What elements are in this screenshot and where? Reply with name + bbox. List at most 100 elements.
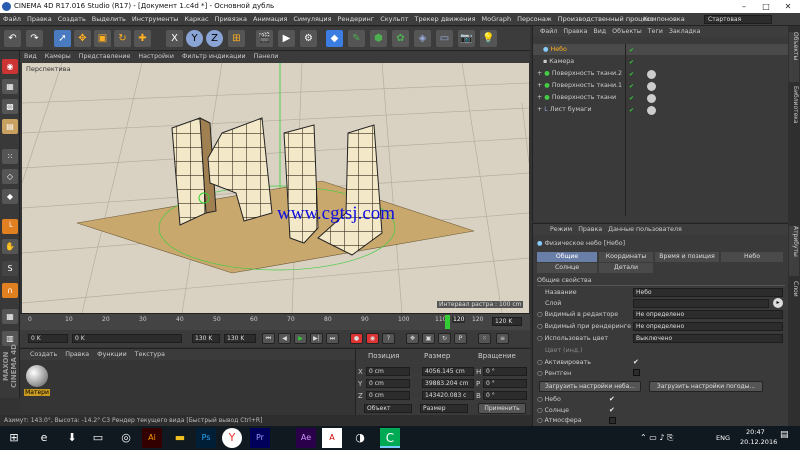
polygons-mode-icon[interactable]: ◆ xyxy=(2,189,18,204)
tab-time-position[interactable]: Время и позиция xyxy=(655,252,719,262)
subdivision-icon[interactable]: ⬢ xyxy=(370,30,387,47)
menu-create[interactable]: Создать xyxy=(55,15,89,23)
vp-menu-display[interactable]: Представление xyxy=(75,53,135,60)
plus-tool-icon[interactable]: ✚ xyxy=(134,30,151,47)
clock-date[interactable]: 20.12.2016 xyxy=(740,438,777,446)
menu-snap[interactable]: Привязка xyxy=(212,15,250,23)
menu-character[interactable]: Персонаж xyxy=(514,15,555,23)
size-y-field[interactable]: 39883.204 cm xyxy=(422,379,474,388)
mat-menu-create[interactable]: Создать xyxy=(26,351,61,358)
after-effects-icon[interactable]: Ae xyxy=(296,428,316,448)
key-scale-icon[interactable]: ▣ xyxy=(422,333,435,344)
use-color-select[interactable]: Выключено xyxy=(633,334,783,343)
playhead[interactable] xyxy=(445,315,450,329)
menu-simulate[interactable]: Симуляция xyxy=(290,15,334,23)
om-menu-bookmarks[interactable]: Закладка xyxy=(666,28,704,35)
minimize-icon[interactable]: – xyxy=(734,0,754,13)
vp-menu-cameras[interactable]: Камеры xyxy=(41,53,75,60)
clock-time[interactable]: 20:47 xyxy=(746,428,765,436)
material-tag-icon[interactable] xyxy=(647,70,656,79)
expand-icon[interactable]: + xyxy=(537,94,542,101)
keyboard-language[interactable]: ENG xyxy=(716,434,730,442)
sky-checkbox[interactable]: ✔ xyxy=(609,395,615,403)
tab-details[interactable]: Детали xyxy=(599,263,653,273)
side-tab-library[interactable]: Библиотека xyxy=(789,86,799,146)
material-name[interactable]: Матери xyxy=(24,389,50,396)
expand-icon[interactable]: + xyxy=(537,106,542,113)
visible-render-select[interactable]: Не определено xyxy=(633,322,783,331)
autokey-icon[interactable]: ◉ xyxy=(366,333,379,344)
menu-mograph[interactable]: MoGraph xyxy=(479,15,515,23)
mat-menu-function[interactable]: Функции xyxy=(93,351,131,358)
om-menu-edit[interactable]: Правка xyxy=(560,28,590,35)
camtasia-icon[interactable]: C xyxy=(380,428,400,448)
material-tag-icon[interactable] xyxy=(647,82,656,91)
premiere-icon[interactable]: Pr xyxy=(250,428,270,448)
tab-sky[interactable]: Небо xyxy=(721,252,783,262)
x-axis-icon[interactable]: X xyxy=(166,30,183,47)
end-frame-field-2[interactable]: 130 K xyxy=(224,334,256,343)
om-menu-objects[interactable]: Объекты xyxy=(609,28,645,35)
move-tool-icon[interactable]: ✥ xyxy=(74,30,91,47)
side-tab-objects[interactable]: Объекты xyxy=(789,32,799,82)
keyframe-icon[interactable]: ? xyxy=(382,333,395,344)
pos-y-field[interactable]: 0 cm xyxy=(366,379,410,388)
rot-p-field[interactable]: 0 ° xyxy=(483,379,527,388)
pos-z-field[interactable]: 0 cm xyxy=(366,391,410,400)
name-field[interactable]: Небо xyxy=(633,288,783,297)
layer-picker-icon[interactable]: ▸ xyxy=(773,298,783,308)
record-icon[interactable]: ● xyxy=(350,333,363,344)
camera-icon[interactable]: 📷 xyxy=(458,30,475,47)
attr-menu-userdata[interactable]: Данные пользователя xyxy=(605,226,685,233)
photoshop-icon[interactable]: Ps xyxy=(196,428,216,448)
acrobat-icon[interactable]: A xyxy=(322,428,342,448)
rot-h-field[interactable]: 0 ° xyxy=(483,367,527,376)
viewport[interactable]: Интервал растра : 100 cm Перспектива www… xyxy=(22,63,529,313)
steam-icon[interactable]: ◎ xyxy=(116,428,136,448)
files-icon[interactable]: ▬ xyxy=(170,428,190,448)
menu-select[interactable]: Выделить xyxy=(89,15,129,23)
edges-mode-icon[interactable]: ◇ xyxy=(2,169,18,184)
spline-pen-icon[interactable]: ✎ xyxy=(348,30,365,47)
object-row-cloth-1[interactable]: + ● Поверхность ткани.1 xyxy=(533,80,789,91)
tab-sun[interactable]: Солнце xyxy=(537,263,597,273)
coord-mode-select[interactable]: Объект xyxy=(364,404,412,413)
select-arrow-icon[interactable]: ➚ xyxy=(54,30,71,47)
floor-icon[interactable]: ▭ xyxy=(436,30,453,47)
tray-icons[interactable]: ⌃ ▭ ♪ ⎘ xyxy=(640,433,673,443)
axis-mode-icon[interactable]: └ xyxy=(2,219,18,234)
model-mode-icon[interactable]: ▦ xyxy=(2,79,18,94)
end-frame-field[interactable]: 120 K xyxy=(492,317,522,326)
mat-menu-texture[interactable]: Текстура xyxy=(131,351,169,358)
material-swatch[interactable] xyxy=(26,365,48,387)
end-frame-display[interactable]: 130 K xyxy=(192,334,220,343)
tweak-mode-icon[interactable]: ✋ xyxy=(2,239,18,254)
scale-tool-icon[interactable]: ▣ xyxy=(94,30,111,47)
load-weather-preset-button[interactable]: Загрузить настройки погоды... xyxy=(649,381,763,392)
cube-primitive-icon[interactable]: ◆ xyxy=(326,30,343,47)
expand-icon[interactable]: + xyxy=(537,70,542,77)
om-menu-view[interactable]: Вид xyxy=(590,28,609,35)
menu-tools[interactable]: Инструменты xyxy=(129,15,182,23)
attr-menu-mode[interactable]: Режим xyxy=(547,226,575,233)
prev-key-icon[interactable]: ◀ xyxy=(278,333,291,344)
vp-menu-filter[interactable]: Фильтр индикации xyxy=(178,53,250,60)
render-picture-viewer-icon[interactable]: ▶ xyxy=(278,30,295,47)
layer-field[interactable] xyxy=(633,299,769,308)
tab-basic[interactable]: Общие xyxy=(537,252,597,262)
folder-icon[interactable]: ▭ xyxy=(88,428,108,448)
key-rotation-icon[interactable]: ↻ xyxy=(438,333,451,344)
points-mode-icon[interactable]: ⁙ xyxy=(2,149,18,164)
expand-icon[interactable]: + xyxy=(537,82,542,89)
grid-toggle-icon[interactable]: ▦ xyxy=(2,309,18,324)
menu-render[interactable]: Рендеринг xyxy=(335,15,378,23)
pos-x-field[interactable]: 0 cm xyxy=(366,367,410,376)
magnet-icon[interactable]: ∩ xyxy=(2,283,18,298)
layout-select[interactable]: Стартовая xyxy=(704,15,772,24)
edge-icon[interactable]: e xyxy=(34,428,54,448)
timeline[interactable]: 0 10 20 30 40 50 60 70 80 90 100 110 120… xyxy=(20,313,530,330)
vp-menu-options[interactable]: Настройки xyxy=(134,53,178,60)
material-tag-icon[interactable] xyxy=(647,94,656,103)
menu-sculpt[interactable]: Скульпт xyxy=(377,15,411,23)
snap-icon[interactable]: S xyxy=(2,261,18,276)
